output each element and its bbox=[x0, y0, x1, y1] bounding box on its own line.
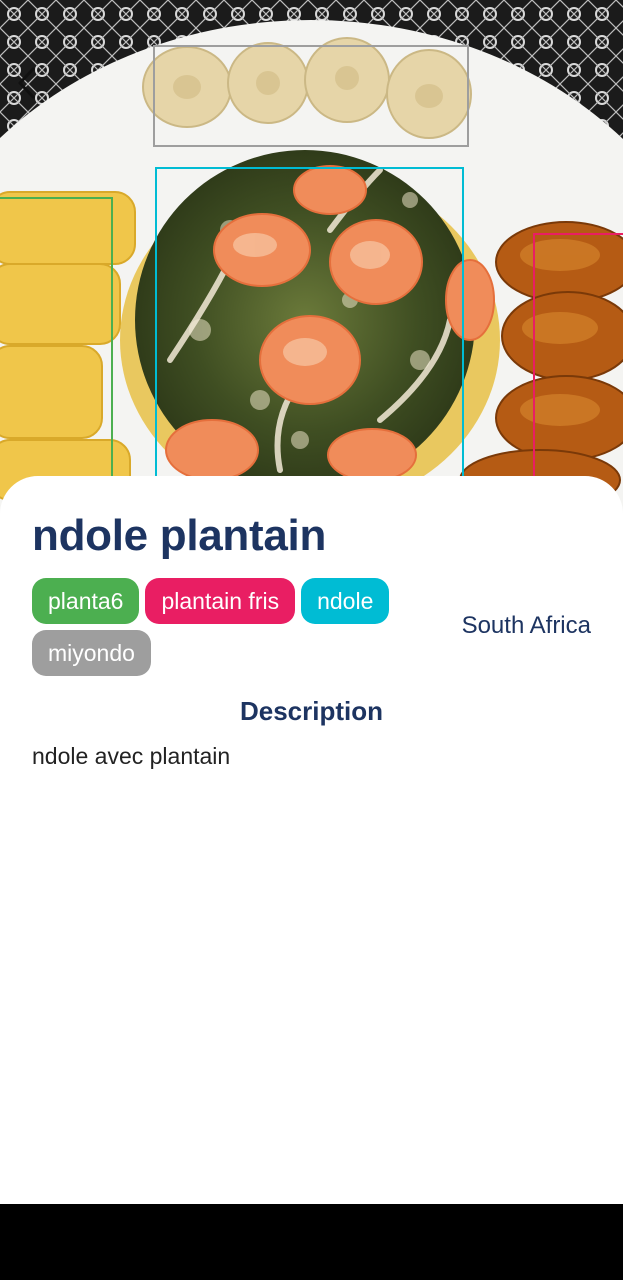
detection-box-planta6 bbox=[0, 197, 113, 520]
description-text: ndole avec plantain bbox=[32, 743, 231, 769]
food-photo bbox=[0, 0, 623, 520]
description-heading: Description bbox=[239, 696, 384, 726]
detection-box-ndole bbox=[155, 167, 464, 520]
tag-chip[interactable]: ndole bbox=[301, 578, 390, 624]
tag-chip[interactable]: plantain fris bbox=[145, 578, 296, 624]
detection-box-miyondo bbox=[153, 45, 469, 147]
tags-row: planta6 plantain fris ndole miyondo Sout… bbox=[32, 578, 591, 680]
details-sheet: ndole plantain planta6 plantain fris ndo… bbox=[0, 476, 623, 1204]
system-nav-bar bbox=[0, 1204, 623, 1280]
tag-chip[interactable]: miyondo bbox=[32, 630, 151, 676]
back-button[interactable] bbox=[14, 66, 58, 110]
tag-list: planta6 plantain fris ndole miyondo bbox=[32, 578, 432, 676]
country-label: South Africa bbox=[461, 612, 591, 639]
screen: ndole plantain planta6 plantain fris ndo… bbox=[0, 0, 623, 1204]
dish-title: ndole plantain bbox=[32, 511, 327, 560]
chevron-left-icon bbox=[18, 67, 35, 99]
tag-chip[interactable]: planta6 bbox=[32, 578, 140, 624]
